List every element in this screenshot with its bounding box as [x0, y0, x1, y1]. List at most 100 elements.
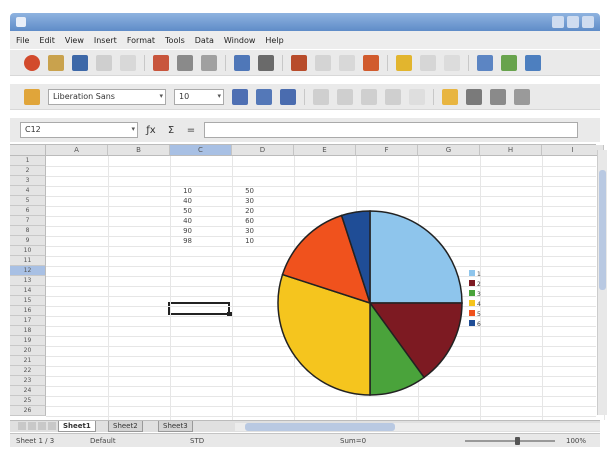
copy-icon[interactable]: [315, 54, 331, 71]
cell-c4[interactable]: 10: [170, 186, 192, 196]
vertical-scroll-thumb[interactable]: [599, 170, 606, 290]
column-header[interactable]: C: [170, 145, 232, 156]
print-icon[interactable]: [177, 54, 193, 71]
column-header[interactable]: E: [294, 145, 356, 156]
save-icon[interactable]: [72, 54, 88, 71]
paste-icon[interactable]: [339, 54, 355, 71]
clone-formatting-icon[interactable]: [363, 54, 379, 71]
align-right-icon[interactable]: [361, 88, 377, 105]
hyperlink-icon[interactable]: [444, 54, 460, 71]
row-header[interactable]: 8: [10, 226, 46, 236]
row-header[interactable]: 4: [10, 186, 46, 196]
undo-icon[interactable]: [396, 54, 412, 71]
open-folder-icon[interactable]: [48, 54, 64, 71]
redo-icon[interactable]: [420, 54, 436, 71]
function-icon[interactable]: =: [184, 125, 198, 136]
row-header[interactable]: 12: [10, 266, 46, 276]
export-pdf-icon[interactable]: [153, 54, 169, 71]
italic-icon[interactable]: [256, 88, 272, 105]
tab-sheet3[interactable]: Sheet3: [158, 421, 193, 432]
maximize-icon[interactable]: [567, 16, 579, 28]
font-size-select[interactable]: 10 ▾: [174, 88, 224, 105]
column-header[interactable]: A: [46, 145, 108, 156]
bold-icon[interactable]: [232, 88, 248, 105]
row-header[interactable]: 20: [10, 346, 46, 356]
sort-descending-icon[interactable]: [501, 54, 517, 71]
sort-ascending-icon[interactable]: [477, 54, 493, 71]
row-header[interactable]: 16: [10, 306, 46, 316]
tab-sheet1[interactable]: Sheet1: [58, 421, 96, 432]
row-header[interactable]: 14: [10, 286, 46, 296]
pie-slice-1[interactable]: [369, 210, 463, 304]
cell-d7[interactable]: 60: [232, 216, 254, 226]
row-header[interactable]: 11: [10, 256, 46, 266]
menu-tools[interactable]: Tools: [165, 36, 185, 45]
cell-d6[interactable]: 20: [232, 206, 254, 216]
new-document-icon[interactable]: [24, 54, 40, 71]
vertical-scrollbar[interactable]: [597, 150, 607, 415]
menu-format[interactable]: Format: [127, 36, 155, 45]
styles-icon[interactable]: [24, 88, 40, 105]
spellcheck-icon[interactable]: [234, 54, 250, 71]
horizontal-scroll-thumb[interactable]: [245, 423, 395, 431]
currency-icon[interactable]: [442, 88, 458, 105]
first-sheet-icon[interactable]: [18, 422, 26, 430]
last-sheet-icon[interactable]: [48, 422, 56, 430]
column-header[interactable]: G: [418, 145, 480, 156]
cell-c9[interactable]: 98: [170, 236, 192, 246]
tab-sheet2[interactable]: Sheet2: [108, 421, 143, 432]
row-header[interactable]: 25: [10, 396, 46, 406]
next-sheet-icon[interactable]: [38, 422, 46, 430]
menu-view[interactable]: View: [65, 36, 84, 45]
select-all-corner[interactable]: [10, 145, 46, 156]
align-center-icon[interactable]: [337, 88, 353, 105]
menu-insert[interactable]: Insert: [94, 36, 117, 45]
menu-window[interactable]: Window: [224, 36, 256, 45]
horizontal-scrollbar[interactable]: [235, 423, 600, 431]
row-header[interactable]: 3: [10, 176, 46, 186]
close-icon[interactable]: [582, 16, 594, 28]
column-header[interactable]: D: [232, 145, 294, 156]
menu-file[interactable]: File: [16, 36, 29, 45]
font-name-select[interactable]: Liberation Sans ▾: [48, 88, 166, 105]
name-box[interactable]: C12 ▾: [20, 122, 138, 138]
row-header[interactable]: 22: [10, 366, 46, 376]
zoom-slider[interactable]: [465, 440, 555, 442]
cut-icon[interactable]: [291, 54, 307, 71]
decimal-icon[interactable]: [490, 88, 506, 105]
column-header[interactable]: B: [108, 145, 170, 156]
sum-icon[interactable]: Σ: [164, 125, 178, 136]
row-header[interactable]: 23: [10, 376, 46, 386]
formula-input[interactable]: [204, 122, 578, 138]
row-header[interactable]: 5: [10, 196, 46, 206]
print-preview-icon[interactable]: [201, 54, 217, 71]
justify-icon[interactable]: [385, 88, 401, 105]
row-header[interactable]: 18: [10, 326, 46, 336]
minimize-icon[interactable]: [552, 16, 564, 28]
menu-data[interactable]: Data: [195, 36, 214, 45]
indent-icon[interactable]: [514, 88, 530, 105]
cell-d9[interactable]: 10: [232, 236, 254, 246]
row-header[interactable]: 21: [10, 356, 46, 366]
email-icon[interactable]: [96, 54, 112, 71]
pie-chart[interactable]: 1 2 3 4 5 6: [262, 198, 488, 408]
cell-d4[interactable]: 50: [232, 186, 254, 196]
align-left-icon[interactable]: [313, 88, 329, 105]
zoom-slider-knob[interactable]: [515, 437, 520, 445]
cell-d8[interactable]: 30: [232, 226, 254, 236]
cell-d5[interactable]: 30: [232, 196, 254, 206]
row-header[interactable]: 6: [10, 206, 46, 216]
cell-c5[interactable]: 40: [170, 196, 192, 206]
cell-c6[interactable]: 50: [170, 206, 192, 216]
row-header[interactable]: 9: [10, 236, 46, 246]
row-header[interactable]: 13: [10, 276, 46, 286]
cell-c7[interactable]: 40: [170, 216, 192, 226]
prev-sheet-icon[interactable]: [28, 422, 36, 430]
row-header[interactable]: 24: [10, 386, 46, 396]
selected-cell[interactable]: [168, 302, 232, 317]
percent-icon[interactable]: [466, 88, 482, 105]
merge-cells-icon[interactable]: [409, 88, 425, 105]
column-header[interactable]: H: [480, 145, 542, 156]
chart-icon[interactable]: [525, 54, 541, 71]
function-wizard-icon[interactable]: ƒx: [144, 125, 158, 136]
